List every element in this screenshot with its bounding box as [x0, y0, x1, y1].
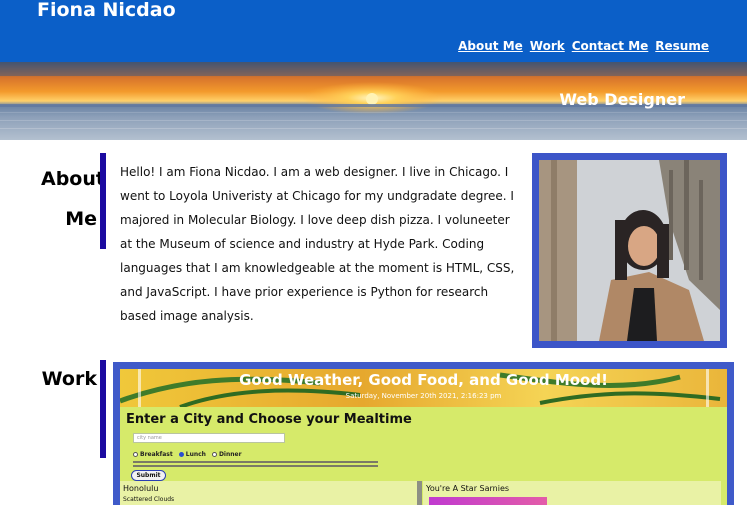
mealtime-options: Breakfast Lunch Dinner: [133, 451, 242, 458]
about-heading-line-2: Me: [65, 208, 97, 230]
restaurant-name: You're A Star Sarnies: [426, 484, 510, 493]
work-heading: Work: [41, 368, 97, 390]
divider: [133, 461, 378, 463]
meal-option-dinner[interactable]: Dinner: [211, 451, 242, 458]
restaurant-image: [429, 497, 547, 505]
about-heading: About Me: [41, 159, 105, 239]
main-nav: About Me Work Contact Me Resume: [458, 39, 709, 53]
city-input[interactable]: city name: [133, 433, 285, 443]
nav-resume[interactable]: Resume: [655, 39, 709, 53]
about-heading-line-1: About: [41, 168, 105, 190]
profile-photo-frame: [532, 153, 727, 348]
site-header: Fiona Nicdao About Me Work Contact Me Re…: [0, 0, 747, 62]
project-prompt: Enter a City and Choose your Mealtime: [126, 412, 412, 427]
radio-selected-icon: [178, 452, 184, 457]
radio-icon: [133, 452, 138, 457]
nav-contact-me[interactable]: Contact Me: [572, 39, 649, 53]
submit-button[interactable]: Submit: [131, 470, 166, 481]
radio-icon: [211, 452, 217, 457]
weather-panel: Honolulu Scattered Clouds: [120, 481, 417, 505]
hero-banner: Web Designer: [0, 62, 747, 140]
meal-option-breakfast[interactable]: Breakfast: [133, 451, 173, 458]
restaurant-panel: You're A Star Sarnies: [423, 481, 721, 505]
hero-title: Web Designer: [559, 90, 685, 109]
divider: [133, 465, 378, 467]
project-screenshot[interactable]: Good Weather, Good Food, and Good Mood! …: [120, 369, 727, 505]
site-name[interactable]: Fiona Nicdao: [37, 0, 176, 21]
city-name: Honolulu: [123, 484, 159, 493]
project-date: Saturday, November 20th 2021, 2:16:23 pm: [345, 392, 502, 400]
work-project-frame[interactable]: Good Weather, Good Food, and Good Mood! …: [113, 362, 734, 505]
nav-work[interactable]: Work: [530, 39, 565, 53]
weather-description: Scattered Clouds: [123, 496, 175, 503]
meal-option-lunch[interactable]: Lunch: [178, 451, 206, 458]
nav-about-me[interactable]: About Me: [458, 39, 523, 53]
profile-photo: [539, 160, 720, 341]
project-banner-title: Good Weather, Good Food, and Good Mood!: [239, 371, 608, 389]
about-paragraph: Hello! I am Fiona Nicdao. I am a web des…: [120, 165, 515, 323]
about-accent-bar: [100, 153, 106, 249]
work-accent-bar: [100, 360, 106, 458]
project-banner: Good Weather, Good Food, and Good Mood! …: [120, 369, 727, 407]
panel-divider: [417, 481, 422, 505]
